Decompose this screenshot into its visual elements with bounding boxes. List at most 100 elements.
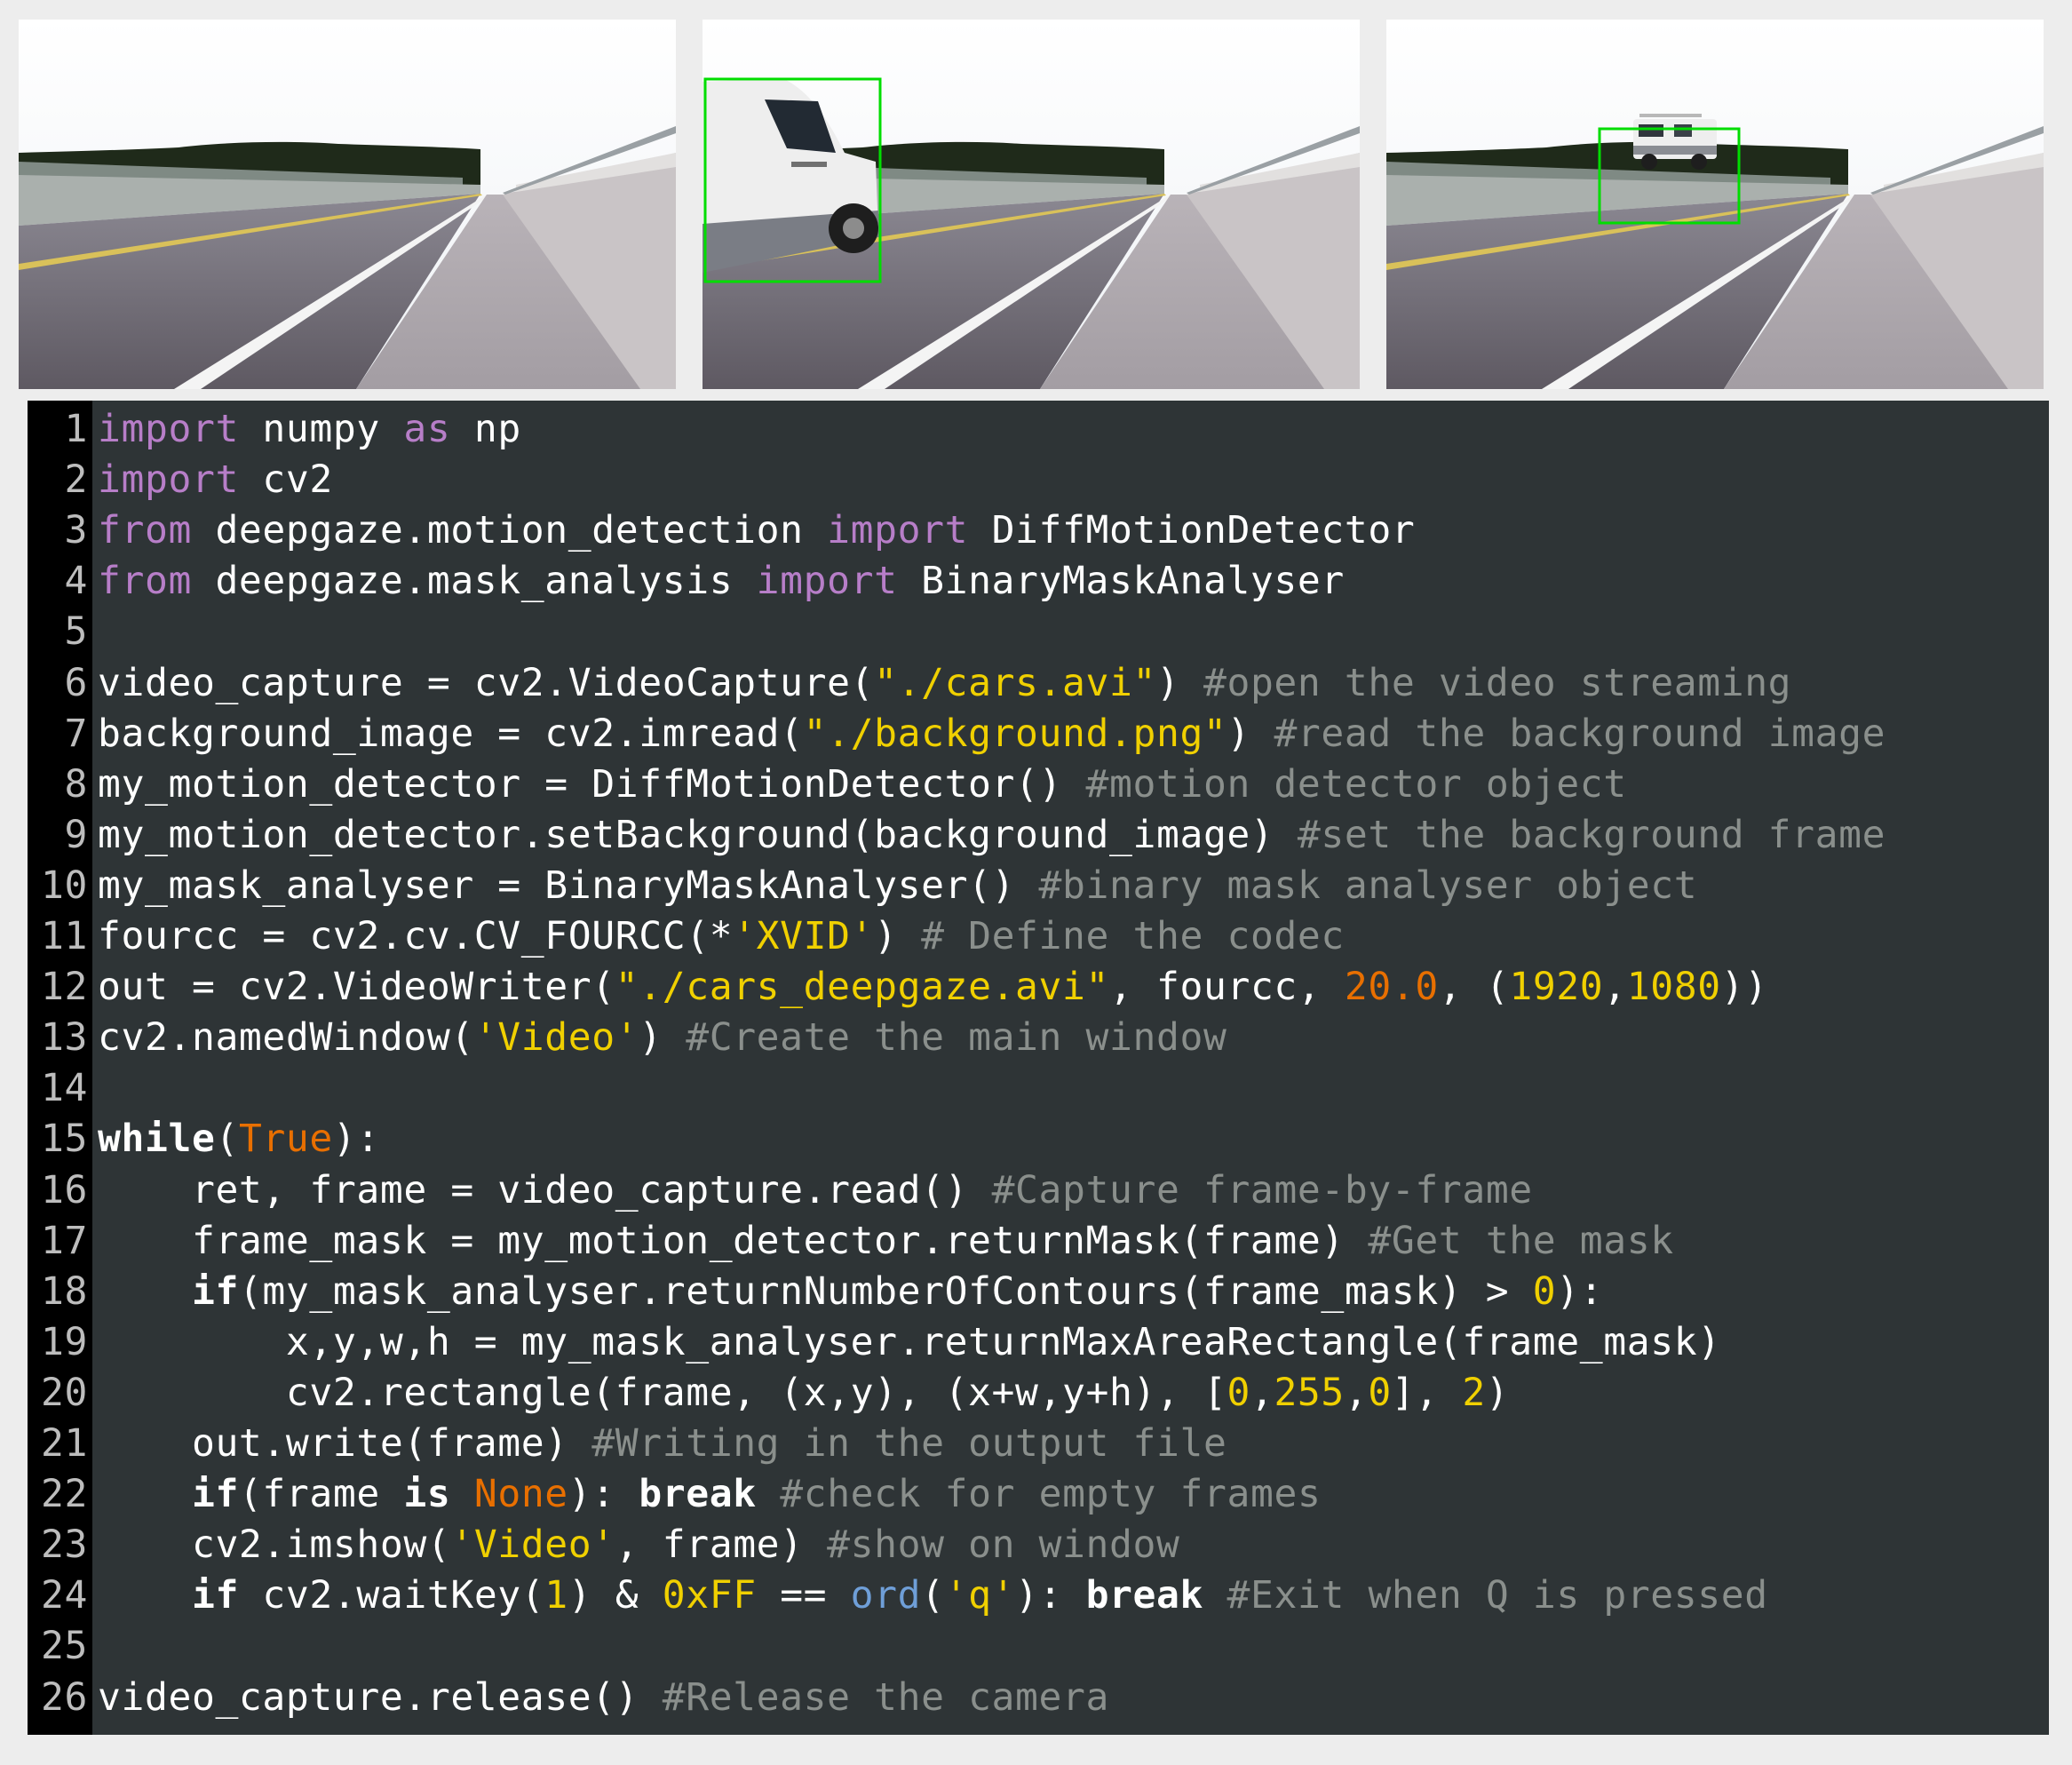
code-line: 4 from deepgaze.mask_analysis import Bina… bbox=[28, 556, 2049, 607]
code-text: out = cv2.VideoWriter("./cars_deepgaze.a… bbox=[98, 962, 1768, 1013]
line-number: 24 bbox=[41, 1573, 88, 1618]
frame-van-close bbox=[703, 20, 1360, 389]
code-token: (my_mask_analyser.returnNumberOfContours… bbox=[238, 1268, 1533, 1314]
code-token: numpy bbox=[238, 407, 404, 451]
code-text: background_image = cv2.imread("./backgro… bbox=[98, 709, 1885, 759]
code-token: import bbox=[756, 559, 898, 604]
code-token: my_motion_detector = DiffMotionDetector(… bbox=[98, 761, 1086, 807]
line-number: 11 bbox=[41, 914, 88, 958]
code-token: ], bbox=[1391, 1370, 1463, 1415]
code-token: x,y,w,h = my_mask_analyser.returnMaxArea… bbox=[98, 1319, 1721, 1364]
line-number: 7 bbox=[64, 711, 88, 756]
code-token: , ( bbox=[1438, 965, 1510, 1010]
code-text: video_capture = cv2.VideoCapture("./cars… bbox=[98, 658, 1791, 709]
code-token: #Exit when Q is pressed bbox=[1227, 1573, 1768, 1618]
code-token: while bbox=[98, 1117, 216, 1162]
code-token: == bbox=[756, 1573, 851, 1618]
code-line: 25 bbox=[28, 1621, 2049, 1672]
code-token: , bbox=[1603, 965, 1627, 1010]
line-number: 19 bbox=[41, 1319, 88, 1364]
code-token: 0xFF bbox=[662, 1573, 757, 1618]
code-line: 19 x,y,w,h = my_mask_analyser.returnMaxA… bbox=[28, 1317, 2049, 1368]
code-token: deepgaze.motion_detection bbox=[191, 508, 828, 553]
line-number: 23 bbox=[41, 1523, 88, 1568]
code-line: 10 my_mask_analyser = BinaryMaskAnalyser(… bbox=[28, 861, 2049, 911]
code-token: np bbox=[450, 407, 521, 451]
line-number: 9 bbox=[64, 812, 88, 857]
code-token: #read the background image bbox=[1274, 711, 1886, 756]
code-token: 0 bbox=[1532, 1268, 1557, 1314]
code-text: from deepgaze.motion_detection import Di… bbox=[98, 505, 1415, 556]
code-token: deepgaze.mask_analysis bbox=[191, 559, 757, 604]
line-number: 5 bbox=[64, 609, 88, 655]
code-line: 2 import cv2 bbox=[28, 455, 2049, 505]
code-text: if(frame is None): break #check for empt… bbox=[98, 1469, 1321, 1520]
code-line: 18 if(my_mask_analyser.returnNumberOfCon… bbox=[28, 1267, 2049, 1317]
code-token: "./cars.avi" bbox=[874, 660, 1156, 705]
code-token: 1920 bbox=[1509, 965, 1604, 1010]
code-text: fourcc = cv2.cv.CV_FOURCC(*'XVID') # Def… bbox=[98, 911, 1345, 962]
code-token: video_capture = cv2.VideoCapture( bbox=[98, 660, 875, 705]
code-token: my_motion_detector.setBackground(backgro… bbox=[98, 812, 1298, 857]
code-text: my_mask_analyser = BinaryMaskAnalyser() … bbox=[98, 861, 1697, 911]
code-line: 22 if(frame is None): break #check for e… bbox=[28, 1469, 2049, 1520]
code-token: cv2 bbox=[238, 457, 333, 503]
code-token: out = cv2.VideoWriter( bbox=[98, 965, 615, 1010]
code-token: , bbox=[1344, 1370, 1369, 1415]
code-token: #Capture frame-by-frame bbox=[991, 1167, 1533, 1212]
code-token: my_mask_analyser = BinaryMaskAnalyser() bbox=[98, 863, 1039, 908]
code-line: 20 cv2.rectangle(frame, (x,y), (x+w,y+h)… bbox=[28, 1368, 2049, 1419]
code-text: my_motion_detector = DiffMotionDetector(… bbox=[98, 759, 1627, 810]
code-token: , frame) bbox=[615, 1523, 828, 1568]
code-token: background_image = cv2.imread( bbox=[98, 711, 804, 756]
code-token: ) bbox=[1227, 711, 1274, 756]
code-line: 21 out.write(frame) #Writing in the outp… bbox=[28, 1419, 2049, 1469]
code-token: frame_mask = my_motion_detector.returnMa… bbox=[98, 1218, 1369, 1263]
code-line: 5 bbox=[28, 607, 2049, 657]
code-token: 'Video' bbox=[473, 1015, 639, 1061]
road-scene-with-distant-van bbox=[1386, 20, 2044, 389]
code-token: break bbox=[639, 1472, 757, 1517]
code-line: 24 if cv2.waitKey(1) & 0xFF == ord('q'):… bbox=[28, 1570, 2049, 1621]
code-token: if bbox=[191, 1472, 239, 1517]
code-token: DiffMotionDetector bbox=[968, 508, 1416, 553]
code-token: break bbox=[1085, 1573, 1204, 1618]
code-line: 11 fourcc = cv2.cv.CV_FOURCC(*'XVID') # D… bbox=[28, 911, 2049, 962]
line-number: 12 bbox=[41, 965, 88, 1010]
code-token: #show on window bbox=[827, 1523, 1180, 1568]
code-token: import bbox=[827, 508, 969, 553]
code-token: 1 bbox=[544, 1573, 568, 1618]
code-token: from bbox=[98, 559, 192, 604]
code-text: cv2.imshow('Video', frame) #show on wind… bbox=[98, 1520, 1179, 1570]
line-number: 15 bbox=[41, 1117, 88, 1162]
line-number: 8 bbox=[64, 761, 88, 807]
line-number: 6 bbox=[64, 660, 88, 705]
code-token: ( bbox=[215, 1117, 239, 1162]
code-token: True bbox=[238, 1117, 333, 1162]
code-token: ): bbox=[568, 1472, 639, 1517]
code-line: 15 while(True): bbox=[28, 1114, 2049, 1165]
code-token: ) bbox=[1155, 660, 1203, 705]
code-token: as bbox=[403, 407, 451, 451]
code-text: import numpy as np bbox=[98, 404, 521, 455]
code-token: ord bbox=[850, 1573, 922, 1618]
code-token: ( bbox=[921, 1573, 945, 1618]
code-token: , fourcc, bbox=[1109, 965, 1345, 1010]
code-line: 14 bbox=[28, 1063, 2049, 1114]
line-number: 2 bbox=[64, 457, 88, 503]
line-number: 21 bbox=[41, 1421, 88, 1466]
line-number: 22 bbox=[41, 1472, 88, 1517]
code-token: #open the video streaming bbox=[1203, 660, 1792, 705]
code-text: while(True): bbox=[98, 1114, 380, 1165]
code-token: ) bbox=[1485, 1370, 1510, 1415]
code-token: 0 bbox=[1227, 1370, 1250, 1415]
code-token: 255 bbox=[1274, 1370, 1345, 1415]
code-token: ret, frame = video_capture.read() bbox=[98, 1167, 992, 1212]
code-token: ): bbox=[1015, 1573, 1086, 1618]
code-editor[interactable]: 1 import numpy as np 2 import cv2 3 from deep… bbox=[28, 401, 2049, 1735]
